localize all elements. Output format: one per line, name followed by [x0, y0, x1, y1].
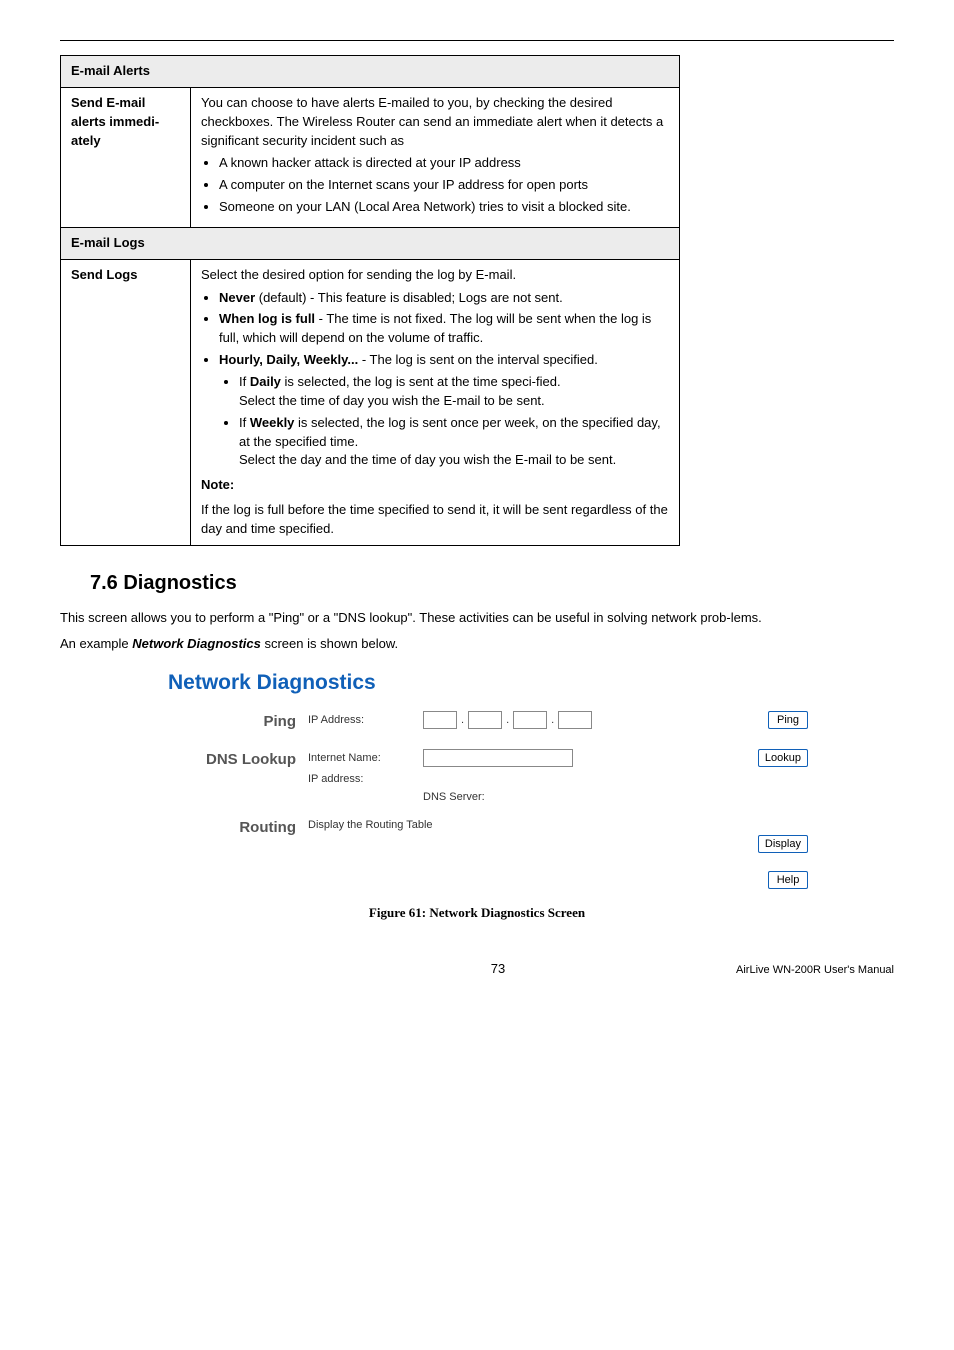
diagnostics-title: Network Diagnostics — [168, 671, 808, 695]
ip-dot: . — [551, 714, 554, 726]
ip-dot: . — [506, 714, 509, 726]
section-heading: 7.6 Diagnostics — [90, 572, 894, 595]
ping-button[interactable]: Ping — [768, 711, 808, 729]
section-p2-post: screen is shown below. — [261, 636, 398, 651]
email-logs-header: E-mail Logs — [61, 227, 680, 259]
help-button[interactable]: Help — [768, 871, 808, 889]
figure-caption: Figure 61: Network Diagnostics Screen — [60, 905, 894, 921]
alerts-bullet-3: Someone on your LAN (Local Area Network)… — [219, 198, 669, 217]
send-logs-content: Select the desired option for sending th… — [191, 259, 680, 545]
logs-daily-line2: Select the time of day you wish the E-ma… — [239, 393, 545, 408]
send-alerts-content: You can choose to have alerts E-mailed t… — [191, 87, 680, 227]
logs-never-rest: (default) - This feature is disabled; Lo… — [255, 290, 563, 305]
email-alerts-header: E-mail Alerts — [61, 56, 680, 88]
logs-daily: If Daily is selected, the log is sent at… — [239, 373, 669, 411]
logs-never-bold: Never — [219, 290, 255, 305]
logs-daily-rest: is selected, the log is sent at the time… — [281, 374, 561, 389]
logs-hdw-bold: Hourly, Daily, Weekly... — [219, 352, 358, 367]
ip-octet-3[interactable] — [513, 711, 547, 729]
logs-subbullets: If Daily is selected, the log is sent at… — [219, 373, 669, 470]
note-text: If the log is full before the time speci… — [201, 501, 669, 539]
section-p1: This screen allows you to perform a "Pin… — [60, 609, 894, 627]
ip-dot: . — [461, 714, 464, 726]
logs-never: Never (default) - This feature is disabl… — [219, 289, 669, 308]
logs-daily-bold: Daily — [250, 374, 281, 389]
alerts-bullet-1: A known hacker attack is directed at you… — [219, 154, 669, 173]
section-p2: An example Network Diagnostics screen is… — [60, 635, 894, 653]
logs-hdw: Hourly, Daily, Weekly... - The log is se… — [219, 351, 669, 470]
diagnostics-panel: Network Diagnostics Ping IP Address: . .… — [168, 671, 808, 889]
logs-weekly: If Weekly is selected, the log is sent o… — [239, 414, 669, 471]
manual-name: AirLive WN-200R User's Manual — [736, 964, 894, 976]
routing-text: Display the Routing Table — [308, 819, 433, 831]
alerts-intro: You can choose to have alerts E-mailed t… — [201, 94, 669, 151]
logs-weekly-rest: is selected, the log is sent once per we… — [239, 415, 661, 449]
logs-weekly-pre: If — [239, 415, 250, 430]
page-number: 73 — [260, 961, 736, 976]
dns-row-label: DNS Lookup — [168, 749, 308, 768]
send-logs-label: Send Logs — [61, 259, 191, 545]
ip-octet-2[interactable] — [468, 711, 502, 729]
send-alerts-label: Send E-mail alerts immedi-ately — [61, 87, 191, 227]
logs-daily-pre: If — [239, 374, 250, 389]
lookup-button[interactable]: Lookup — [758, 749, 808, 767]
routing-row-label: Routing — [168, 817, 308, 836]
section-p2-bold: Network Diagnostics — [132, 636, 261, 651]
internet-name-label: Internet Name: — [308, 752, 423, 764]
alerts-bullet-2: A computer on the Internet scans your IP… — [219, 176, 669, 195]
ping-row-label: Ping — [168, 711, 308, 730]
logs-hdw-rest: - The log is sent on the interval specif… — [358, 352, 598, 367]
logs-bullet-list: Never (default) - This feature is disabl… — [201, 289, 669, 471]
logs-full-bold: When log is full — [219, 311, 315, 326]
logs-weekly-bold: Weekly — [250, 415, 295, 430]
logs-intro: Select the desired option for sending th… — [201, 266, 669, 285]
logs-weekly-line2: Select the day and the time of day you w… — [239, 452, 616, 467]
ip-address2-label: IP address: — [308, 773, 423, 785]
note-label: Note: — [201, 477, 234, 492]
ip-octet-4[interactable] — [558, 711, 592, 729]
alerts-bullet-list: A known hacker attack is directed at you… — [201, 154, 669, 217]
section-p2-pre: An example — [60, 636, 132, 651]
logs-full: When log is full - The time is not fixed… — [219, 310, 669, 348]
logs-table: E-mail Alerts Send E-mail alerts immedi-… — [60, 55, 680, 546]
ip-octet-1[interactable] — [423, 711, 457, 729]
ip-address-label: IP Address: — [308, 714, 423, 726]
internet-name-input[interactable] — [423, 749, 573, 767]
dns-server-label: DNS Server: — [423, 791, 738, 803]
display-button[interactable]: Display — [758, 835, 808, 853]
